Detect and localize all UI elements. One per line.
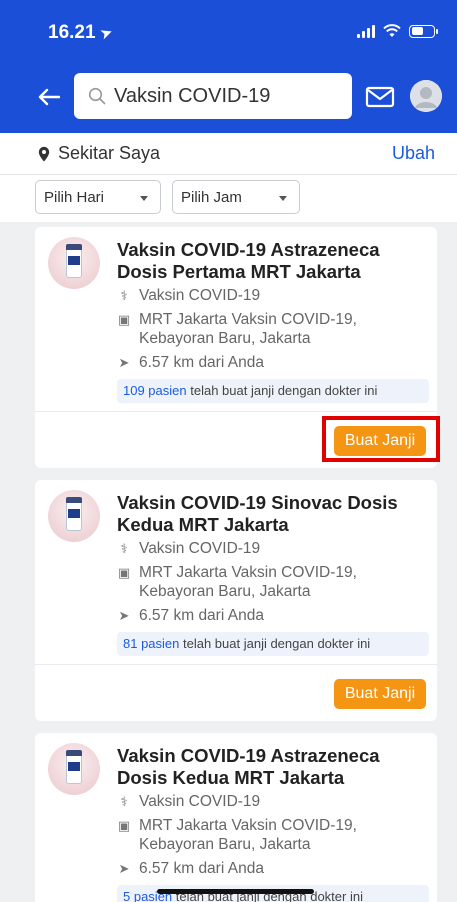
card-title[interactable]: Vaksin COVID-19 Sinovac Dosis Kedua MRT … xyxy=(117,492,429,536)
navigation-arrow-icon: ➤ xyxy=(118,608,130,623)
specialty-row: ⚕ Vaksin COVID-19 xyxy=(117,286,389,305)
navigation-arrow-icon: ➤ xyxy=(118,355,130,370)
distance-text: 6.57 km dari Anda xyxy=(139,860,264,877)
time-filter-dropdown[interactable]: Pilih Jam xyxy=(172,180,300,214)
current-location: Sekitar Saya xyxy=(38,143,160,164)
vaccine-vial-thumbnail xyxy=(48,490,100,542)
patient-count: 109 pasien xyxy=(123,383,187,398)
hospital-icon: ▣ xyxy=(117,565,131,580)
mail-icon[interactable] xyxy=(364,84,396,110)
card-footer: Buat Janji xyxy=(35,664,437,721)
map-pin-icon xyxy=(38,146,50,161)
distance-row: ➤ 6.57 km dari Anda xyxy=(117,859,389,878)
user-silhouette-icon xyxy=(410,80,442,112)
specialty-row: ⚕ Vaksin COVID-19 xyxy=(117,792,389,811)
specialty-text: Vaksin COVID-19 xyxy=(139,793,261,810)
time-filter-label: Pilih Jam xyxy=(181,188,242,206)
distance-text: 6.57 km dari Anda xyxy=(139,607,264,624)
patient-count: 81 pasien xyxy=(123,636,180,651)
patient-count-text: telah buat janji dengan dokter ini xyxy=(186,383,378,398)
patient-count-note: 109 pasien telah buat janji dengan dokte… xyxy=(117,379,429,403)
card-title[interactable]: Vaksin COVID-19 Astrazeneca Dosis Kedua … xyxy=(117,745,429,789)
wifi-icon xyxy=(383,24,401,37)
distance-text: 6.57 km dari Anda xyxy=(139,354,264,371)
patient-count-note: 81 pasien telah buat janji dengan dokter… xyxy=(117,632,429,656)
specialty-row: ⚕ Vaksin COVID-19 xyxy=(117,539,389,558)
hospital-row: ▣ MRT Jakarta Vaksin COVID-19, Kebayoran … xyxy=(117,563,389,601)
location-bar: Sekitar Saya Ubah xyxy=(0,133,457,174)
chevron-down-icon xyxy=(279,196,287,201)
vaccine-card[interactable]: Vaksin COVID-19 Sinovac Dosis Kedua MRT … xyxy=(35,480,437,721)
profile-avatar[interactable] xyxy=(410,80,442,112)
back-arrow-icon[interactable] xyxy=(36,84,62,110)
vaccine-vial-thumbnail xyxy=(48,743,100,795)
patient-count-text: telah buat janji dengan dokter ini xyxy=(179,636,371,651)
distance-row: ➤ 6.57 km dari Anda xyxy=(117,353,389,372)
vaccine-card[interactable]: Vaksin COVID-19 Astrazeneca Dosis Kedua … xyxy=(35,733,437,902)
filter-bar: Pilih Hari Pilih Jam xyxy=(0,174,457,222)
hospital-text: MRT Jakarta Vaksin COVID-19, Kebayoran B… xyxy=(139,817,357,853)
app-header: 16.21 ➤ xyxy=(0,0,457,133)
home-indicator[interactable] xyxy=(157,889,314,894)
vaccine-vial-thumbnail xyxy=(48,237,100,289)
status-bar-time: 16.21 ➤ xyxy=(48,22,115,44)
card-title[interactable]: Vaksin COVID-19 Astrazeneca Dosis Pertam… xyxy=(117,239,429,283)
highlight-box xyxy=(322,416,440,462)
hospital-icon: ▣ xyxy=(117,818,131,833)
specialty-text: Vaksin COVID-19 xyxy=(139,540,261,557)
hospital-row: ▣ MRT Jakarta Vaksin COVID-19, Kebayoran … xyxy=(117,310,389,348)
location-label: Sekitar Saya xyxy=(58,143,161,163)
search-input[interactable] xyxy=(114,84,334,108)
location-services-icon: ➤ xyxy=(97,23,115,44)
navigation-arrow-icon: ➤ xyxy=(118,861,130,876)
distance-row: ➤ 6.57 km dari Anda xyxy=(117,606,389,625)
day-filter-dropdown[interactable]: Pilih Hari xyxy=(35,180,161,214)
book-appointment-button[interactable]: Buat Janji xyxy=(334,679,426,709)
hospital-text: MRT Jakarta Vaksin COVID-19, Kebayoran B… xyxy=(139,311,357,347)
change-location-link[interactable]: Ubah xyxy=(392,143,435,164)
battery-icon xyxy=(409,24,438,38)
hospital-icon: ▣ xyxy=(117,312,131,327)
specialty-text: Vaksin COVID-19 xyxy=(139,287,261,304)
status-bar-icons xyxy=(357,24,438,38)
stethoscope-icon: ⚕ xyxy=(120,541,128,556)
stethoscope-icon: ⚕ xyxy=(120,794,128,809)
search-field[interactable] xyxy=(74,73,352,119)
clock-time: 16.21 xyxy=(48,22,96,43)
chevron-down-icon xyxy=(140,196,148,201)
stethoscope-icon: ⚕ xyxy=(120,288,128,303)
cellular-signal-icon xyxy=(357,24,375,38)
search-icon xyxy=(88,87,106,105)
day-filter-label: Pilih Hari xyxy=(44,188,105,206)
hospital-text: MRT Jakarta Vaksin COVID-19, Kebayoran B… xyxy=(139,564,357,600)
hospital-row: ▣ MRT Jakarta Vaksin COVID-19, Kebayoran … xyxy=(117,816,389,854)
